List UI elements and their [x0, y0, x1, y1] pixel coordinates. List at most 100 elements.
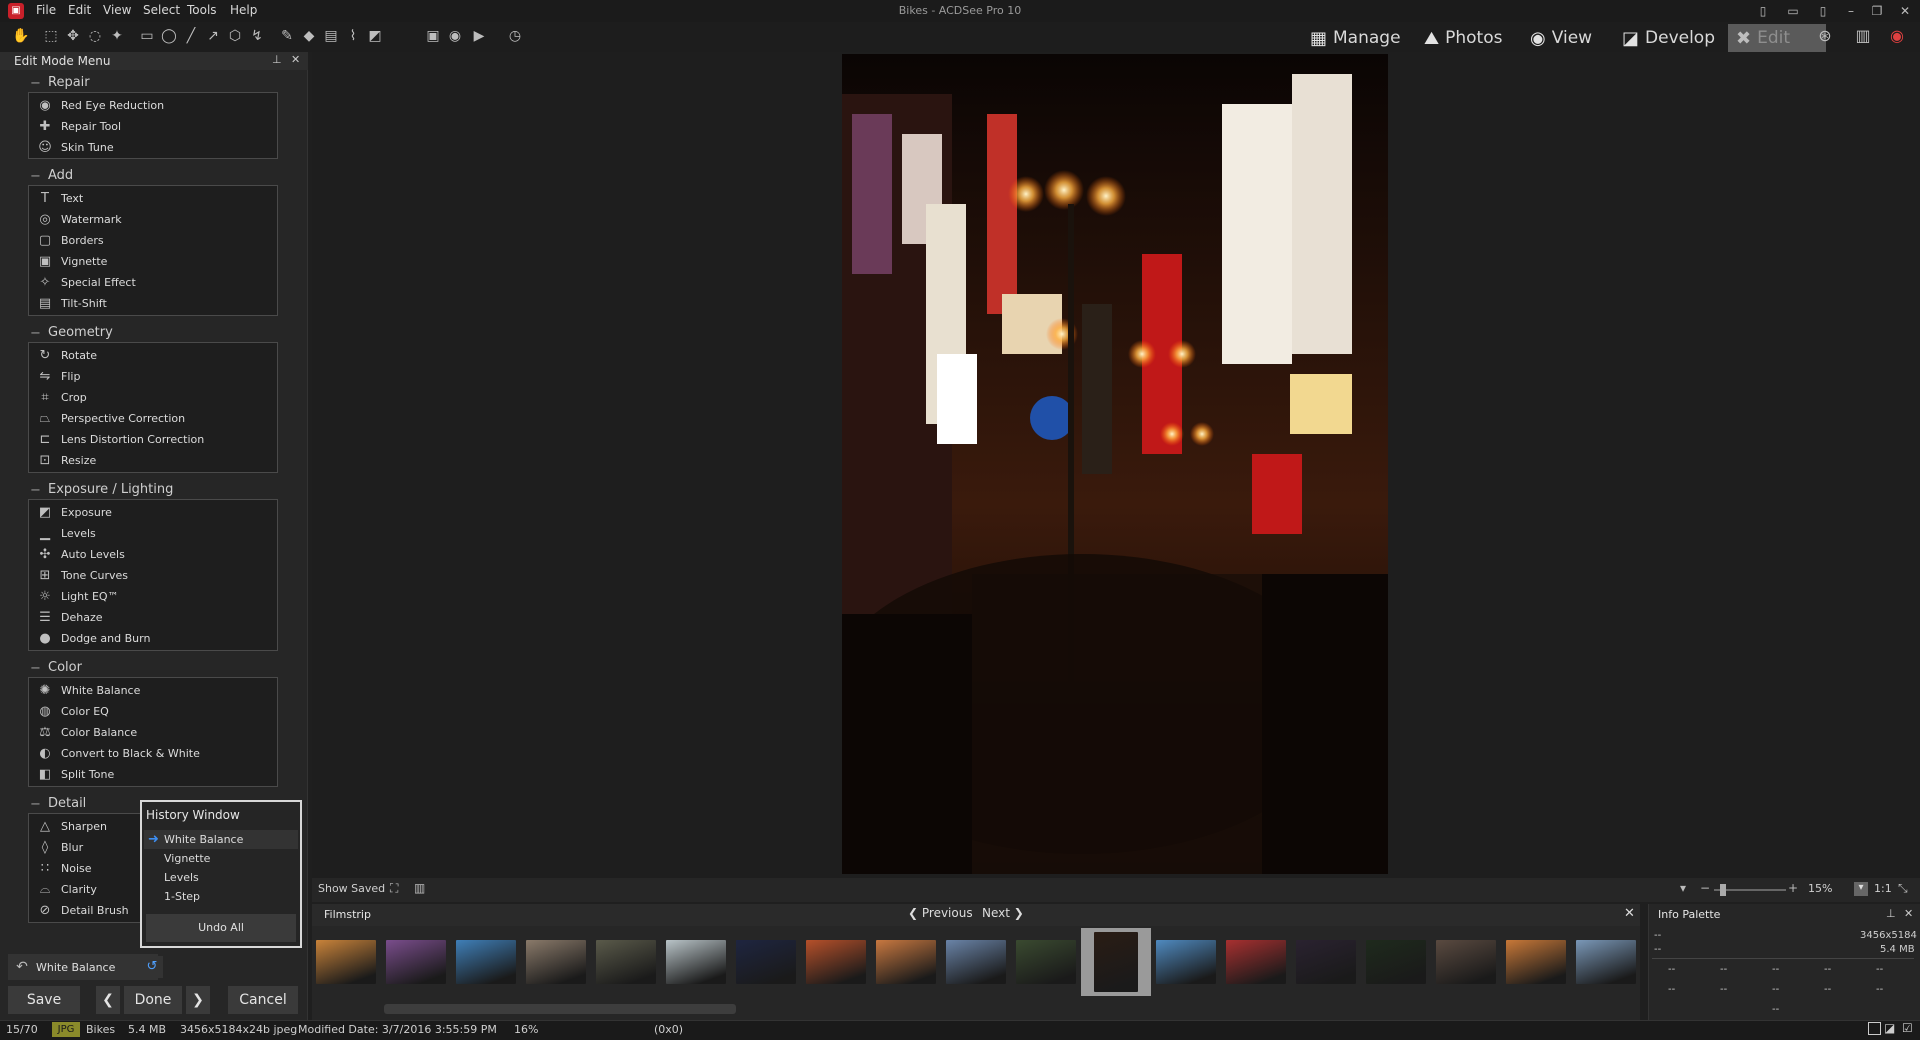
- minimize-icon[interactable]: –: [1840, 2, 1862, 20]
- close-icon[interactable]: ✕: [1894, 2, 1916, 20]
- tool-flip[interactable]: ⇋ Flip: [37, 366, 81, 386]
- tool-resize[interactable]: ⊡ Resize: [37, 450, 97, 470]
- filmstrip-thumbnail[interactable]: [1296, 940, 1356, 984]
- history-item[interactable]: 1-Step: [144, 887, 298, 906]
- filmstrip-thumbnail[interactable]: [1016, 940, 1076, 984]
- filmstrip-thumbnail[interactable]: [1226, 940, 1286, 984]
- mode-edit-button[interactable]: ✖ Edit: [1728, 24, 1826, 52]
- filmstrip-thumbnail[interactable]: [386, 940, 446, 984]
- tool-color-eq[interactable]: ◍ Color EQ: [37, 701, 109, 721]
- brush-tool-icon[interactable]: ✎: [278, 27, 296, 45]
- filmstrip-thumbnail[interactable]: [876, 940, 936, 984]
- filmstrip-thumbnail[interactable]: [806, 940, 866, 984]
- layout-left-icon[interactable]: ▯: [1752, 2, 1774, 20]
- zoom-dropdown-icon[interactable]: ▾: [1680, 881, 1686, 895]
- info-close-icon[interactable]: ✕: [1904, 907, 1913, 920]
- square-icon[interactable]: [1868, 1022, 1881, 1035]
- select-tool-icon[interactable]: ⬚: [42, 27, 60, 45]
- mode-develop-button[interactable]: ◪ Develop: [1614, 24, 1723, 52]
- filmstrip-thumbnail[interactable]: [946, 940, 1006, 984]
- edited-photo[interactable]: [842, 54, 1388, 874]
- collapse-icon[interactable]: −: [30, 797, 41, 812]
- filmstrip-close-icon[interactable]: ✕: [1624, 906, 1635, 921]
- eyedropper-icon[interactable]: ⌇: [344, 27, 362, 45]
- filmstrip-thumbnail[interactable]: [596, 940, 656, 984]
- move-tool-icon[interactable]: ✥: [64, 27, 82, 45]
- filmstrip-thumbnail[interactable]: [316, 940, 376, 984]
- histogram-icon[interactable]: ▥: [414, 881, 425, 895]
- collapse-icon[interactable]: −: [30, 483, 41, 498]
- layout-bottom-icon[interactable]: ▭: [1782, 2, 1804, 20]
- fill-tool-icon[interactable]: ◆: [300, 27, 318, 45]
- polygon-tool-icon[interactable]: ⬡: [226, 27, 244, 45]
- path-tool-icon[interactable]: ↯: [248, 27, 266, 45]
- filmstrip-thumbnail[interactable]: [1156, 940, 1216, 984]
- rect-select-icon[interactable]: ▭: [138, 27, 156, 45]
- filmstrip-thumbnail[interactable]: [666, 940, 726, 984]
- cancel-button[interactable]: Cancel: [228, 986, 298, 1014]
- tool-blur[interactable]: ◊ Blur: [37, 837, 83, 857]
- previous-button[interactable]: ❮ Previous: [908, 906, 973, 920]
- tool-dodge-and-burn[interactable]: ● Dodge and Burn: [37, 628, 150, 648]
- section-repair-title[interactable]: Repair: [48, 75, 90, 90]
- tool-noise[interactable]: ∷ Noise: [37, 858, 92, 878]
- collapse-icon[interactable]: −: [30, 169, 41, 184]
- mode-manage-button[interactable]: ▦ Manage: [1302, 24, 1409, 52]
- lasso-tool-icon[interactable]: ◌: [86, 27, 104, 45]
- panel-close-icon[interactable]: ✕: [291, 53, 300, 66]
- filmstrip-scrollbar[interactable]: [384, 1004, 736, 1014]
- 365-icon[interactable]: ⊛: [1816, 27, 1834, 45]
- restore-icon[interactable]: ❐: [1866, 2, 1888, 20]
- previous-step-icon[interactable]: ❮: [96, 986, 120, 1014]
- next-button[interactable]: Next ❯: [982, 906, 1024, 920]
- actual-size-button[interactable]: 1:1: [1874, 882, 1892, 895]
- pin-icon[interactable]: ⊥: [1886, 907, 1896, 920]
- tool-tilt-shift[interactable]: ▤ Tilt-Shift: [37, 293, 107, 313]
- tool-text[interactable]: T Text: [37, 188, 83, 208]
- magic-wand-icon[interactable]: ✦: [108, 27, 126, 45]
- filmstrip-thumbnail[interactable]: [1436, 940, 1496, 984]
- tool-red-eye-reduction[interactable]: ◉ Red Eye Reduction: [37, 95, 164, 115]
- clock-icon[interactable]: ◷: [506, 27, 524, 45]
- tool-detail-brush[interactable]: ⊘ Detail Brush: [37, 900, 129, 920]
- filmstrip-thumbnail[interactable]: [1576, 940, 1636, 984]
- square-tool-icon[interactable]: ▣: [424, 27, 442, 45]
- section-detail-title[interactable]: Detail: [48, 796, 86, 811]
- tool-perspective-correction[interactable]: ⏢ Perspective Correction: [37, 408, 185, 428]
- histogram-icon[interactable]: ▥: [1854, 27, 1872, 45]
- done-button[interactable]: Done: [124, 986, 182, 1014]
- section-geometry-title[interactable]: Geometry: [48, 325, 113, 340]
- fit-icon[interactable]: ⤡: [1898, 881, 1908, 896]
- show-saved-button[interactable]: Show Saved: [318, 882, 385, 895]
- zoom-slider-handle[interactable]: [1720, 884, 1726, 896]
- filmstrip-thumbnail[interactable]: [526, 940, 586, 984]
- notification-icon[interactable]: ◉: [1888, 27, 1906, 45]
- fullscreen-icon[interactable]: ⛶: [390, 881, 398, 896]
- tool-color-balance[interactable]: ⚖ Color Balance: [37, 722, 137, 742]
- section-exposure-title[interactable]: Exposure / Lighting: [48, 482, 173, 497]
- filmstrip-thumbnail[interactable]: [736, 940, 796, 984]
- tool-convert-bw[interactable]: ◐ Convert to Black & White: [37, 743, 200, 763]
- hand-tool-icon[interactable]: ✋: [12, 27, 30, 45]
- mode-view-button[interactable]: ◉ View: [1522, 24, 1600, 52]
- pin-icon[interactable]: ⊥: [272, 53, 282, 66]
- filmstrip-thumbnail[interactable]: [1506, 940, 1566, 984]
- section-add-title[interactable]: Add: [48, 168, 73, 183]
- tool-auto-levels[interactable]: ✣ Auto Levels: [37, 544, 125, 564]
- next-step-icon[interactable]: ❯: [186, 986, 210, 1014]
- tool-watermark[interactable]: ◎ Watermark: [37, 209, 121, 229]
- record-icon[interactable]: ◉: [446, 27, 464, 45]
- mode-photos-button[interactable]: ⛰ Photos: [1416, 24, 1510, 52]
- layout-right-icon[interactable]: ▯: [1812, 2, 1834, 20]
- arrow-tool-icon[interactable]: ↗: [204, 27, 222, 45]
- collapse-icon[interactable]: −: [30, 326, 41, 341]
- tool-levels[interactable]: ▁ Levels: [37, 523, 96, 543]
- history-item[interactable]: Vignette: [144, 849, 298, 868]
- tool-repair[interactable]: ✚ Repair Tool: [37, 116, 122, 136]
- tool-split-tone[interactable]: ◧ Split Tone: [37, 764, 114, 784]
- history-item[interactable]: Levels: [144, 868, 298, 887]
- tool-dehaze[interactable]: ☰ Dehaze: [37, 607, 102, 627]
- collapse-icon[interactable]: −: [30, 661, 41, 676]
- filmstrip-thumbnail[interactable]: [1366, 940, 1426, 984]
- tool-white-balance[interactable]: ✺ White Balance: [37, 680, 141, 700]
